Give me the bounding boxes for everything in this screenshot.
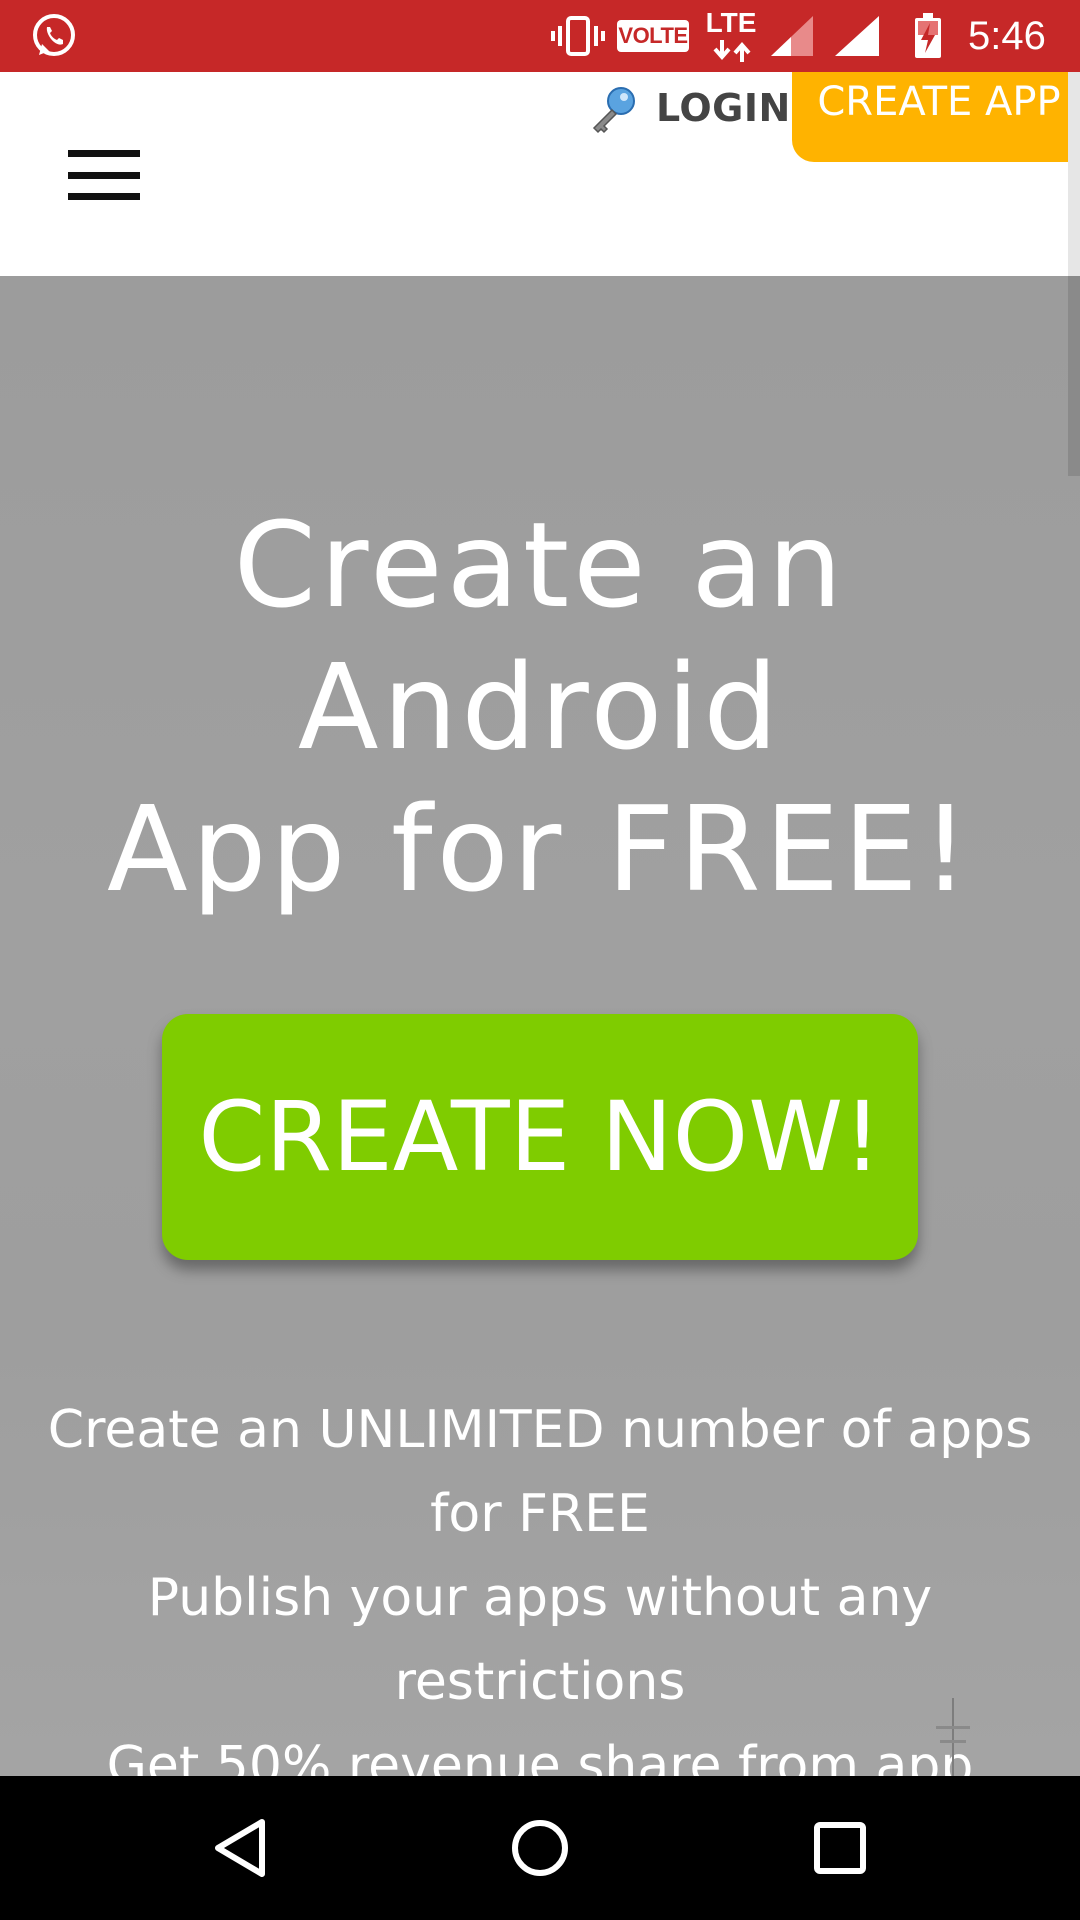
- login-link[interactable]: LOGIN: [588, 72, 791, 144]
- battery-charging-icon: [910, 0, 946, 72]
- status-bar: VOLTE LTE 5:46: [0, 0, 1080, 72]
- signal-full-icon: [832, 0, 882, 72]
- hamburger-bar: [68, 193, 140, 200]
- android-nav-bar: [0, 1776, 1080, 1920]
- key-icon: [592, 87, 635, 134]
- vibrate-icon: [548, 0, 608, 72]
- feature-line: Publish your apps without any: [147, 1568, 933, 1628]
- home-icon[interactable]: [480, 1776, 600, 1920]
- background-tower-graphic: [936, 1698, 970, 1776]
- create-now-button[interactable]: CREATE NOW!: [162, 1014, 918, 1260]
- hero-title: Create an Android App for FREE!: [0, 494, 1080, 920]
- lte-indicator: LTE: [700, 8, 762, 64]
- lte-data-arrows-icon: [713, 40, 751, 62]
- feature-line: for FREE: [430, 1484, 650, 1544]
- status-clock: 5:46: [968, 14, 1046, 58]
- volte-badge: VOLTE: [617, 20, 689, 52]
- feature-list: Create an UNLIMITED number of apps for F…: [0, 1388, 1080, 1776]
- recents-icon[interactable]: [780, 1776, 900, 1920]
- hero-title-line-1: Create an Android: [233, 496, 847, 776]
- hamburger-bar: [68, 150, 140, 157]
- site-header: LOGIN CREATE APP: [0, 72, 1080, 276]
- feature-line: Get 50% revenue share from app: [106, 1736, 974, 1776]
- lte-label: LTE: [705, 7, 757, 38]
- back-icon[interactable]: [180, 1776, 300, 1920]
- hamburger-menu-icon[interactable]: [68, 150, 144, 200]
- login-label: LOGIN: [656, 86, 791, 130]
- feature-line: Create an UNLIMITED number of apps: [47, 1400, 1033, 1460]
- hero-title-line-2: App for FREE!: [106, 780, 974, 918]
- feature-line: restrictions: [394, 1652, 686, 1712]
- hero-section: Create an Android App for FREE! CREATE N…: [0, 276, 1080, 1776]
- signal-partial-icon: [768, 0, 816, 72]
- create-app-button[interactable]: CREATE APP: [792, 72, 1080, 162]
- hamburger-bar: [68, 171, 140, 179]
- page-scrollbar[interactable]: [1068, 276, 1080, 476]
- whatsapp-icon: [28, 0, 80, 72]
- scrollbar-track-top: [1068, 72, 1080, 276]
